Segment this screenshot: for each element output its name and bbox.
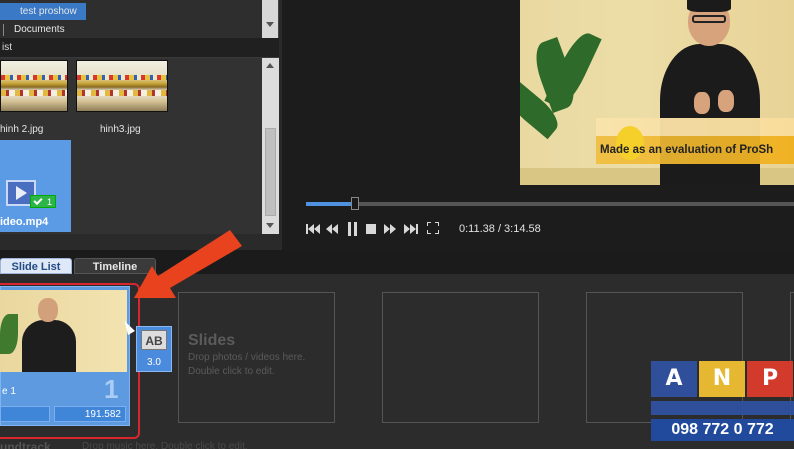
file-thumbnail[interactable] — [0, 60, 68, 112]
time-display: 0:11.38 / 3:14.58 — [459, 223, 541, 235]
file-list-header-label: ist — [2, 42, 12, 53]
folder-item-test-proshow[interactable]: test proshow — [0, 3, 86, 20]
tab-slide-list[interactable]: Slide List — [0, 258, 72, 274]
used-count-badge: 1 — [30, 195, 56, 208]
annotation-arrow-icon — [134, 230, 242, 298]
transition-duration[interactable]: 3.0 — [140, 357, 168, 368]
fullscreen-icon — [426, 221, 440, 235]
seek-bar-handle[interactable] — [351, 197, 359, 210]
logo-phone: 098 772 0 772 — [651, 419, 794, 441]
skip-to-end-button[interactable] — [404, 222, 420, 236]
soundtrack-hint: Drop music here. Double click to edit. — [82, 441, 248, 449]
empty-slides-title: Slides — [188, 332, 236, 349]
used-count: 1 — [46, 197, 52, 207]
empty-slides-hint: Double click to edit. — [188, 366, 275, 377]
file-name[interactable]: hinh3.jpg — [100, 124, 141, 135]
file-item-video[interactable]: 1 ideo.mp4 — [0, 140, 71, 232]
proshow-window: test proshow Documents ist hinh 2.jpg hi… — [0, 0, 794, 449]
preview-video-frame: Made as an evaluation of ProSh — [520, 0, 794, 185]
skip-to-start-button[interactable] — [306, 222, 322, 236]
preview-panel: Made as an evaluation of ProSh 0:11.38 /… — [282, 0, 794, 250]
folder-tree: test proshow Documents — [0, 0, 279, 38]
file-thumbnail[interactable] — [76, 60, 168, 112]
scroll-down-arrow-icon[interactable] — [266, 223, 274, 228]
anp-watermark-logo: A N P 098 772 0 772 — [651, 361, 794, 449]
seek-bar[interactable] — [306, 202, 794, 206]
file-name: ideo.mp4 — [0, 216, 49, 228]
fast-forward-button[interactable] — [384, 222, 398, 236]
soundtrack-label[interactable]: undtrack — [0, 440, 51, 449]
file-browser-scrollbar[interactable] — [262, 58, 279, 234]
stop-button[interactable] — [366, 222, 376, 236]
file-name[interactable]: hinh 2.jpg — [0, 124, 43, 135]
folder-label: Documents — [14, 24, 65, 35]
transition-icon[interactable]: AB — [141, 330, 167, 350]
pause-button[interactable] — [346, 222, 358, 236]
rewind-button[interactable] — [326, 222, 340, 236]
fullscreen-button[interactable] — [426, 221, 440, 236]
logo-letter: A — [651, 361, 697, 397]
folder-label: test proshow — [20, 6, 77, 17]
empty-slide-slot[interactable] — [382, 292, 539, 423]
checkmark-icon — [33, 195, 43, 206]
file-browser: hinh 2.jpg hinh3.jpg 1 ideo.mp4 — [0, 58, 279, 234]
folder-item-documents[interactable]: Documents — [0, 21, 65, 38]
empty-slides-hint: Drop photos / videos here. — [188, 352, 306, 363]
scrollbar-thumb[interactable] — [265, 128, 276, 216]
scroll-down-arrow-icon[interactable] — [266, 22, 274, 27]
seek-bar-progress — [306, 202, 355, 206]
logo-letter: P — [747, 361, 793, 397]
highlight-box — [0, 283, 140, 439]
logo-letter: N — [699, 361, 745, 397]
preview-caption: Made as an evaluation of ProSh — [600, 144, 774, 156]
scroll-up-arrow-icon[interactable] — [266, 63, 274, 68]
folder-tree-scrollbar[interactable] — [262, 0, 278, 38]
file-list-header: ist — [0, 38, 279, 58]
logo-strip — [651, 401, 794, 415]
